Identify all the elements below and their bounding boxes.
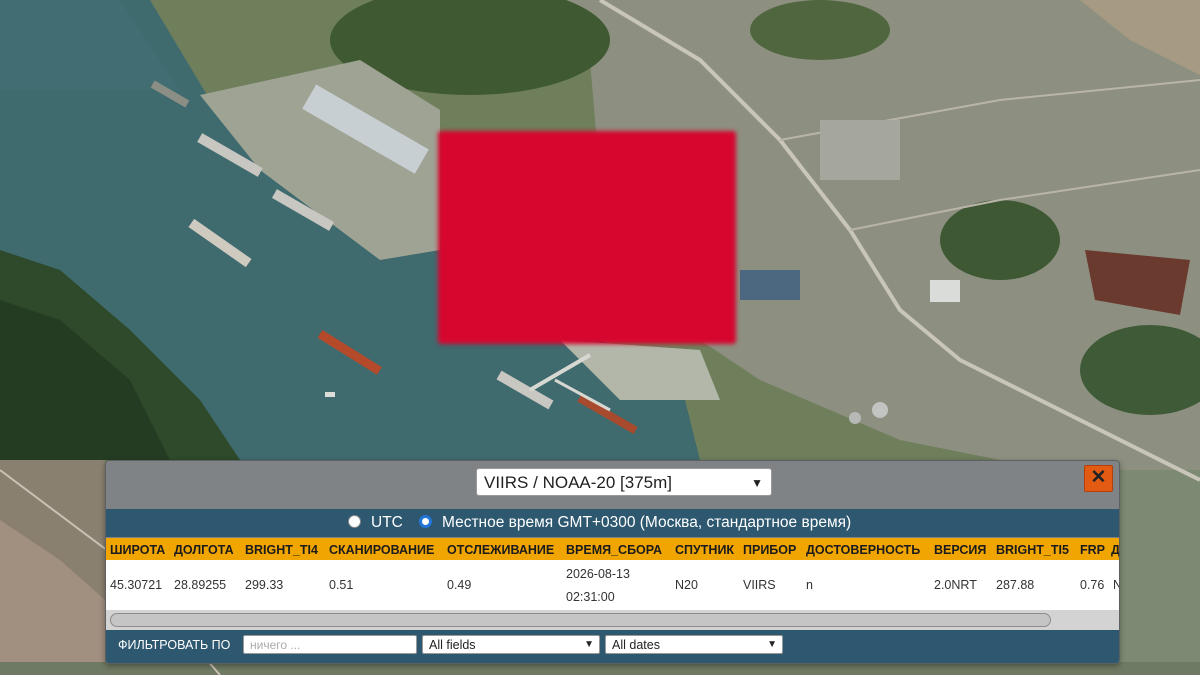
sensor-select-value: VIIRS / NOAA-20 [375m] xyxy=(484,473,673,492)
filter-text-input[interactable]: ничего ... xyxy=(243,635,417,654)
chevron-down-icon: ▼ xyxy=(584,639,594,650)
filter-date-select[interactable]: All dates ▼ xyxy=(605,635,783,654)
filter-input-placeholder: ничего ... xyxy=(250,638,301,652)
filter-field-select-value: All fields xyxy=(429,638,476,652)
cell-scan: 0.51 xyxy=(329,578,354,592)
sensor-select[interactable]: VIIRS / NOAA-20 [375m] ▼ xyxy=(476,468,772,496)
utc-label: UTC xyxy=(371,514,403,531)
panel-header: VIIRS / NOAA-20 [375m] ▼ ✕ xyxy=(106,461,1119,509)
close-button[interactable]: ✕ xyxy=(1084,465,1113,492)
cell-bright-ti4: 299.33 xyxy=(245,578,284,592)
column-header-confidence[interactable]: ДОСТОВЕРНОСТЬ xyxy=(806,543,920,557)
cell-bright-ti5: 287.88 xyxy=(996,578,1035,592)
cell-frp: 0.76 xyxy=(1080,578,1105,592)
column-header-version[interactable]: ВЕРСИЯ xyxy=(934,543,986,557)
cell-version: 2.0NRT xyxy=(934,578,977,592)
column-header-longitude[interactable]: ДОЛГОТА xyxy=(174,543,234,557)
column-header-bright-ti5[interactable]: BRIGHT_TI5 xyxy=(996,543,1069,557)
cell-instrument: VIIRS xyxy=(743,578,776,592)
cell-satellite: N20 xyxy=(675,578,698,592)
column-header-scan[interactable]: СКАНИРОВАНИЕ xyxy=(329,543,434,557)
cell-acq-date: 2026-08-13 xyxy=(566,567,630,581)
chevron-down-icon: ▼ xyxy=(767,639,777,650)
cell-track: 0.49 xyxy=(447,578,472,592)
fire-detection-highlight[interactable] xyxy=(438,131,736,344)
column-header-track[interactable]: ОТСЛЕЖИВАНИЕ xyxy=(447,543,554,557)
table-row[interactable]: 45.30721 28.89255 299.33 0.51 0.49 2026-… xyxy=(106,560,1119,610)
column-header-satellite[interactable]: СПУТНИК xyxy=(675,543,734,557)
horizontal-scrollbar[interactable] xyxy=(106,610,1119,630)
cell-latitude: 45.30721 xyxy=(110,578,163,592)
table-header: ШИРОТА ДОЛГОТА BRIGHT_TI4 СКАНИРОВАНИЕ О… xyxy=(106,538,1119,560)
column-header-acq-time[interactable]: ВРЕМЯ_СБОРА xyxy=(566,543,662,557)
local-time-label: Местное время GMT+0300 (Москва, стандарт… xyxy=(442,514,852,531)
utc-radio[interactable] xyxy=(348,515,361,528)
cell-daynight: N xyxy=(1113,578,1119,592)
column-header-daynight[interactable]: Д xyxy=(1111,543,1119,557)
column-header-bright-ti4[interactable]: BRIGHT_TI4 xyxy=(245,543,318,557)
timezone-selector: UTC Местное время GMT+0300 (Москва, стан… xyxy=(106,509,1119,537)
cell-acq-time: 02:31:00 xyxy=(566,590,615,604)
chevron-down-icon: ▼ xyxy=(751,476,763,490)
scrollbar-thumb[interactable] xyxy=(110,613,1051,627)
cell-longitude: 28.89255 xyxy=(174,578,227,592)
filter-bar: ФИЛЬТРОВАТЬ ПО ничего ... All fields ▼ A… xyxy=(106,630,1119,663)
filter-date-select-value: All dates xyxy=(612,638,660,652)
filter-label: ФИЛЬТРОВАТЬ ПО xyxy=(118,638,231,652)
fire-data-panel: VIIRS / NOAA-20 [375m] ▼ ✕ UTC Местное в… xyxy=(105,460,1120,664)
local-time-radio[interactable] xyxy=(419,515,432,528)
column-header-latitude[interactable]: ШИРОТА xyxy=(110,543,165,557)
cell-confidence: n xyxy=(806,578,813,592)
column-header-instrument[interactable]: ПРИБОР xyxy=(743,543,796,557)
column-header-frp[interactable]: FRP xyxy=(1080,543,1105,557)
filter-field-select[interactable]: All fields ▼ xyxy=(422,635,600,654)
